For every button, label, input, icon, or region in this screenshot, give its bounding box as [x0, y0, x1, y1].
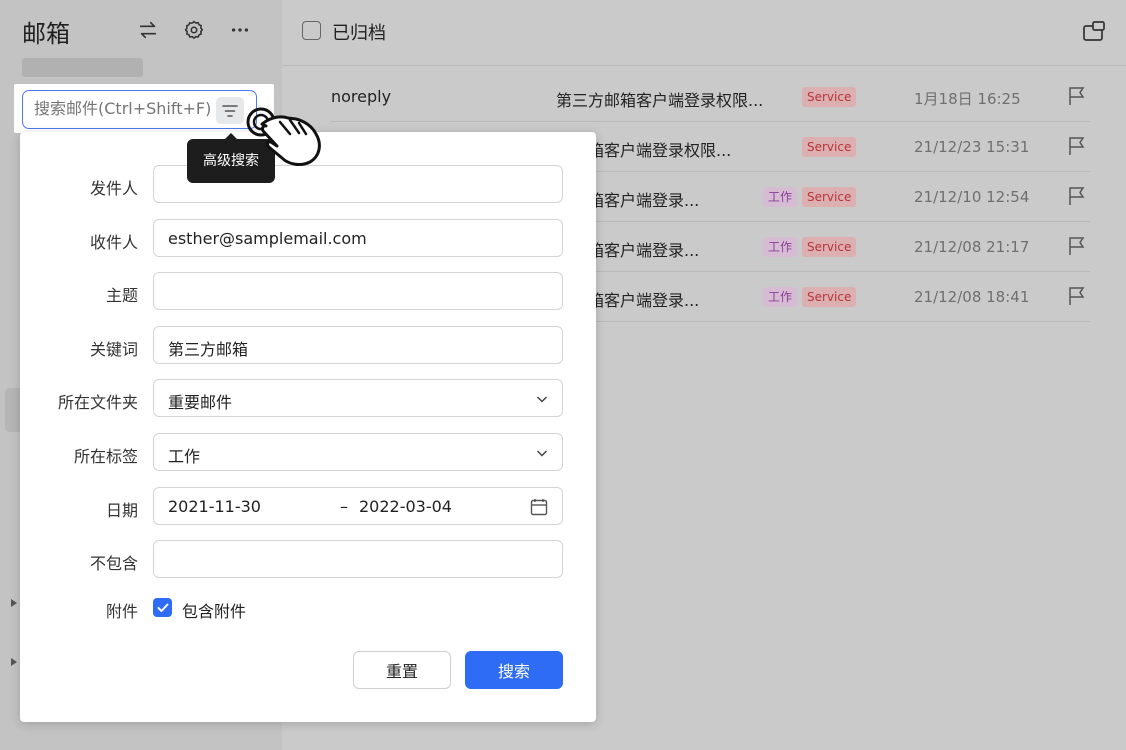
flag-icon[interactable] — [1068, 286, 1086, 306]
flag-icon[interactable] — [1068, 86, 1086, 106]
flag-icon[interactable] — [1068, 136, 1086, 156]
folder-title: 已归档 — [332, 23, 386, 44]
advanced-search-panel: 发件人 收件人 esther@samplemail.com 主题 关键词 第三方… — [20, 132, 596, 722]
keyword-field[interactable]: 第三方邮箱 — [153, 326, 563, 364]
mail-date: 21/12/23 15:31 — [914, 138, 1030, 156]
search-input[interactable] — [34, 99, 214, 118]
list-header: 已归档 — [282, 0, 1126, 66]
tag-service: Service — [802, 87, 857, 107]
swap-icon[interactable] — [136, 18, 160, 42]
flag-icon[interactable] — [1068, 236, 1086, 256]
mail-date: 21/12/08 18:41 — [914, 288, 1030, 306]
subject-label: 主题 — [105, 286, 138, 305]
tag-service: Service — [802, 137, 857, 157]
gear-icon[interactable] — [182, 18, 206, 42]
search-area — [14, 84, 274, 133]
expand-arrow-icon[interactable] — [11, 599, 17, 607]
folder-label: 所在文件夹 — [57, 393, 138, 412]
keyword-value: 第三方邮箱 — [168, 340, 249, 359]
tag-service: Service — [802, 237, 857, 257]
mail-date: 1月18日 16:25 — [914, 90, 1021, 108]
mail-row[interactable]: noreply 第三方邮箱客户端登录权限... Service 1月18日 16… — [330, 72, 1090, 122]
attachment-option-label: 包含附件 — [182, 602, 247, 621]
attachment-checkbox[interactable] — [153, 598, 172, 617]
folder-select[interactable]: 重要邮件 — [153, 379, 563, 417]
mail-sender: noreply — [331, 87, 392, 106]
hand-cursor-icon — [246, 107, 321, 167]
recipient-label: 收件人 — [89, 233, 138, 252]
tag-value: 工作 — [168, 447, 201, 466]
exclude-field[interactable] — [153, 540, 563, 578]
tag-work: 工作 — [763, 187, 798, 207]
checkmark-icon — [157, 603, 168, 612]
tag-service: Service — [802, 187, 857, 207]
exclude-label: 不包含 — [89, 554, 138, 573]
search-button[interactable]: 搜索 — [465, 651, 563, 689]
attachment-label: 附件 — [105, 602, 138, 621]
recipient-value: esther@samplemail.com — [168, 229, 367, 248]
subject-field[interactable] — [153, 272, 563, 310]
date-separator: – — [340, 497, 348, 516]
calendar-icon[interactable] — [530, 498, 548, 516]
tag-service: Service — [802, 287, 857, 307]
account-placeholder — [22, 58, 143, 77]
keyword-label: 关键词 — [89, 340, 138, 359]
filter-icon — [222, 104, 238, 117]
app-title: 邮箱 — [22, 20, 70, 48]
tag-label: 所在标签 — [73, 447, 138, 466]
mail-subject: 第三方邮箱客户端登录权限... — [556, 91, 764, 110]
date-range-field[interactable]: 2021-11-30 – 2022-03-04 — [153, 487, 563, 525]
mail-date: 21/12/08 21:17 — [914, 238, 1030, 256]
chevron-down-icon — [536, 450, 548, 457]
recipient-field[interactable]: esther@samplemail.com — [153, 219, 563, 257]
folder-value: 重要邮件 — [168, 393, 233, 412]
reset-button[interactable]: 重置 — [353, 651, 451, 689]
advanced-search-button[interactable] — [216, 97, 244, 124]
expand-arrow-icon[interactable] — [11, 658, 17, 666]
more-icon[interactable] — [228, 18, 252, 42]
sender-label: 发件人 — [89, 179, 138, 198]
mail-date: 21/12/10 12:54 — [914, 188, 1030, 206]
date-start-value: 2021-11-30 — [168, 497, 261, 516]
select-all-checkbox[interactable] — [302, 21, 321, 40]
chevron-down-icon — [536, 396, 548, 403]
tag-work: 工作 — [763, 237, 798, 257]
date-label: 日期 — [105, 501, 138, 520]
tag-work: 工作 — [763, 287, 798, 307]
date-end-value: 2022-03-04 — [359, 497, 452, 516]
popout-window-icon[interactable] — [1082, 20, 1106, 42]
flag-icon[interactable] — [1068, 186, 1086, 206]
search-box[interactable] — [22, 90, 257, 129]
tag-select[interactable]: 工作 — [153, 433, 563, 471]
